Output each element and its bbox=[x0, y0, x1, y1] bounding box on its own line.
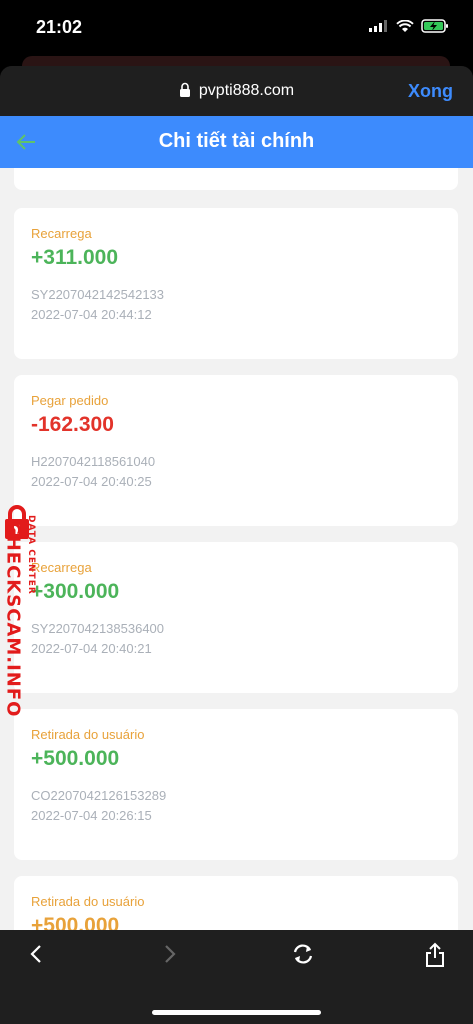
transaction-type: Recarrega bbox=[31, 560, 92, 575]
app-header: Chi tiết tài chính bbox=[0, 116, 473, 168]
forward-icon[interactable] bbox=[160, 942, 178, 971]
transaction-code: SY2207042138536400 bbox=[31, 621, 165, 636]
list-item[interactable]: Retirada do usuário +500.000 bbox=[14, 876, 458, 930]
list-item-partial[interactable] bbox=[14, 168, 458, 190]
reload-icon[interactable] bbox=[290, 942, 316, 971]
transaction-date: 2022-07-04 20:40:21 bbox=[31, 641, 152, 656]
transaction-amount: +300.000 bbox=[31, 580, 120, 603]
list-item[interactable]: Retirada do usuário +500.000 CO220704212… bbox=[14, 709, 458, 860]
transaction-code: H2207042118561040 bbox=[31, 454, 156, 469]
back-icon[interactable] bbox=[28, 942, 46, 971]
transaction-amount: +500.000 bbox=[31, 914, 120, 930]
transaction-amount: -162.300 bbox=[31, 413, 114, 436]
transaction-type: Retirada do usuário bbox=[31, 894, 145, 909]
transaction-code: SY2207042142542133 bbox=[31, 287, 165, 302]
transaction-type: Retirada do usuário bbox=[31, 727, 145, 742]
cellular-signal-icon bbox=[369, 20, 387, 32]
wifi-icon bbox=[396, 19, 414, 32]
url-bar: pvpti888.com Xong bbox=[0, 66, 473, 118]
list-item[interactable]: Recarrega +311.000 SY2207042142542133 20… bbox=[14, 208, 458, 359]
home-indicator bbox=[152, 1010, 321, 1015]
status-bar: 21:02 bbox=[0, 0, 473, 60]
transaction-amount: +500.000 bbox=[31, 747, 120, 770]
transaction-type: Recarrega bbox=[31, 226, 92, 241]
status-icons bbox=[369, 19, 449, 33]
transaction-date: 2022-07-04 20:40:25 bbox=[31, 474, 152, 489]
list-item[interactable]: Recarrega +300.000 SY2207042138536400 20… bbox=[14, 542, 458, 693]
status-time: 21:02 bbox=[36, 17, 83, 37]
battery-charging-icon bbox=[421, 19, 448, 33]
transaction-type: Pegar pedido bbox=[31, 393, 109, 408]
url-text: pvpti888.com bbox=[198, 82, 295, 99]
share-icon[interactable] bbox=[424, 942, 446, 973]
url-display[interactable]: pvpti888.com bbox=[0, 82, 473, 102]
lock-icon bbox=[179, 82, 191, 102]
transaction-list[interactable]: Recarrega +311.000 SY2207042142542133 20… bbox=[0, 168, 473, 930]
list-item[interactable]: Pegar pedido -162.300 H2207042118561040 … bbox=[14, 375, 458, 526]
browser-sheet: pvpti888.com Xong Chi tiết tài chính Rec… bbox=[0, 66, 473, 1024]
transaction-amount: +311.000 bbox=[31, 246, 119, 269]
done-button[interactable]: Xong bbox=[408, 81, 453, 102]
transaction-code: CO2207042126153289 bbox=[31, 788, 167, 803]
transaction-date: 2022-07-04 20:44:12 bbox=[31, 307, 152, 322]
transaction-date: 2022-07-04 20:26:15 bbox=[31, 808, 152, 823]
page-title: Chi tiết tài chính bbox=[158, 130, 315, 152]
browser-toolbar bbox=[0, 930, 473, 1024]
